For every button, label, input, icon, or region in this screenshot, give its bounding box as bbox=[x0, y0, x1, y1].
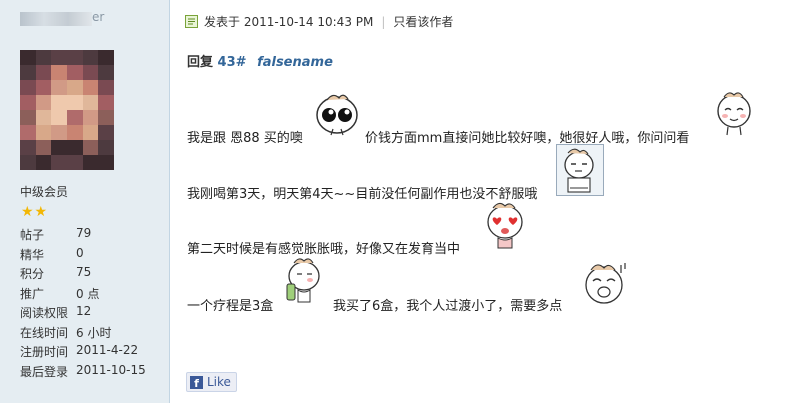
stat-value: 0 点 bbox=[76, 286, 100, 301]
stat-row: 注册时间 2011-4-22 bbox=[20, 343, 146, 363]
stat-row: 推广 0 点 bbox=[20, 285, 146, 305]
emoticon-smile-icon bbox=[717, 92, 751, 136]
stat-label: 精华 bbox=[20, 247, 45, 262]
stat-value: 75 bbox=[76, 265, 92, 279]
rank-stars: ★★ bbox=[21, 204, 49, 220]
stat-row: 最后登录 2011-10-15 bbox=[20, 363, 146, 383]
stat-label: 帖子 bbox=[20, 228, 45, 242]
stat-label: 积分 bbox=[20, 267, 45, 281]
stat-row: 精华 0 bbox=[20, 246, 146, 266]
facebook-like-button[interactable]: f Like bbox=[186, 372, 237, 392]
post-line-4b: 我买了6盒，我个人过渡小了，需要多点 bbox=[333, 299, 563, 314]
reply-heading: 回复 43# falsename bbox=[187, 51, 333, 70]
username-blurred[interactable] bbox=[20, 12, 92, 26]
author-sidebar: er 中级会员 ★★ 帖子 79 精华 0 积分 75 推广 0 点 阅读权限 12 在线… bbox=[0, 0, 170, 403]
stat-label: 阅读权限 bbox=[20, 306, 69, 320]
emoticon-thinking-icon bbox=[556, 144, 604, 196]
stat-row: 阅读权限 12 bbox=[20, 304, 146, 324]
facebook-icon: f bbox=[190, 375, 203, 389]
stat-value: 2011-4-22 bbox=[76, 343, 139, 357]
stat-value: 0 bbox=[76, 245, 84, 260]
avatar[interactable] bbox=[20, 50, 114, 170]
stat-label: 推广 bbox=[20, 286, 45, 301]
stat-row: 在线时间 6 小时 bbox=[20, 324, 146, 344]
username-suffix: er bbox=[92, 10, 105, 24]
post-header: 发表于 2011-10-14 10:43 PM | 只看该作者 bbox=[185, 13, 453, 30]
emoticon-drinking-icon bbox=[286, 258, 320, 303]
stat-value: 79 bbox=[76, 226, 92, 240]
post-line-1b: 价钱方面mm直接问她比较好噢，她很好人哦，你问问看 bbox=[365, 131, 690, 146]
post-line-3: 第二天时候是有感觉胀胀哦，好像又在发育当中 bbox=[187, 242, 461, 257]
member-rank: 中级会员 bbox=[20, 185, 69, 199]
post-line-1a: 我是跟 恩88 买的噢 bbox=[187, 131, 303, 146]
reply-prefix: 回复 bbox=[187, 55, 214, 70]
stat-row: 积分 75 bbox=[20, 265, 146, 285]
stat-value: 12 bbox=[76, 304, 92, 318]
stat-row: 帖子 79 bbox=[20, 226, 146, 246]
post-timestamp: 发表于 2011-10-14 10:43 PM bbox=[204, 15, 374, 29]
emoticon-laughing-icon bbox=[585, 263, 626, 304]
emoticon-heart-eyes-icon bbox=[487, 202, 523, 249]
author-only-link[interactable]: 只看该作者 bbox=[393, 13, 453, 30]
post-icon bbox=[185, 15, 198, 28]
stat-label: 在线时间 bbox=[20, 325, 69, 340]
stat-label: 最后登录 bbox=[20, 364, 69, 379]
reply-floor-link[interactable]: 43# bbox=[218, 55, 247, 70]
like-label: Like bbox=[207, 375, 231, 389]
reply-to-user[interactable]: falsename bbox=[257, 55, 333, 70]
stat-value: 6 小时 bbox=[76, 325, 112, 340]
post-line-4a: 一个疗程是3盒 bbox=[187, 299, 274, 314]
stat-label: 注册时间 bbox=[20, 345, 69, 359]
separator: | bbox=[381, 14, 386, 29]
emoticon-big-eyes-icon bbox=[316, 94, 358, 136]
member-stats: 帖子 79 精华 0 积分 75 推广 0 点 阅读权限 12 在线时间 6 小时 注册时间… bbox=[20, 226, 146, 382]
stat-value: 2011-10-15 bbox=[76, 362, 146, 377]
